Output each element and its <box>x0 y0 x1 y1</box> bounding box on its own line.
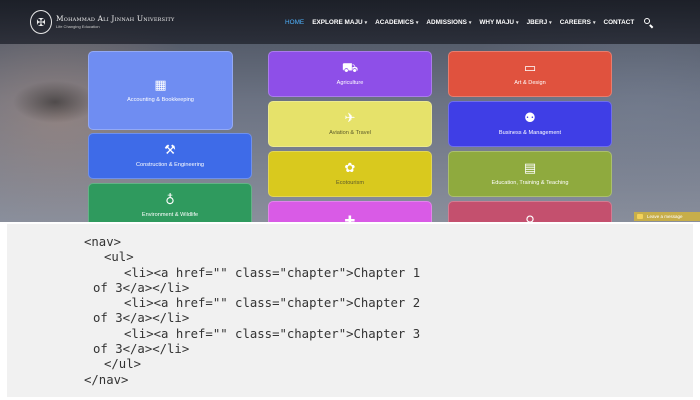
leave-message-label: Leave a message <box>647 214 683 219</box>
university-logo[interactable]: ✠ Mohammad Ali Jinnah University Life Ch… <box>30 10 174 34</box>
hero-background-image <box>0 40 95 220</box>
university-tagline: Life Changing Education <box>56 24 100 30</box>
category-tile-label: Aviation & Travel <box>329 130 371 136</box>
ecotourism-icon: ✿ <box>344 161 356 176</box>
category-tile[interactable]: ✈ Aviation & Travel <box>268 101 432 147</box>
code-line: <li><a href="" class="chapter">Chapter 2 <box>124 296 421 311</box>
nav-item-label: EXPLORE MAJU <box>312 19 363 26</box>
nav-item-contact[interactable]: CONTACT <box>603 19 634 26</box>
chat-icon <box>637 214 643 219</box>
nav-item-label: WHY MAJU <box>479 19 515 26</box>
nav-item-label: CONTACT <box>603 19 635 26</box>
nav-item-jberj[interactable]: JBERJ ▾ <box>527 19 552 26</box>
search-icon[interactable] <box>644 18 653 28</box>
tractor-icon: ⛟ <box>341 61 359 76</box>
chevron-down-icon: ▾ <box>592 19 596 26</box>
nav-item-label: ACADEMICS <box>375 19 414 26</box>
category-tile-label: Environment & Wildlife <box>141 212 199 218</box>
chevron-down-icon: ▾ <box>468 19 472 26</box>
person-icon: ♀ <box>525 214 535 222</box>
logo-text: Mohammad Ali Jinnah University Life Chan… <box>56 13 175 30</box>
leave-message-button[interactable]: Leave a message <box>634 212 700 221</box>
presentation-icon: ▤ <box>523 161 537 176</box>
code-line: <ul> <box>104 250 134 265</box>
code-line: of 3</a></li> <box>93 311 190 326</box>
monitor-icon: ▭ <box>523 61 537 76</box>
nav-item-label: HOME <box>285 19 305 26</box>
code-line: </nav> <box>84 372 129 387</box>
code-line: </ul> <box>104 357 142 372</box>
nav-item-explore-maju[interactable]: EXPLORE MAJU ▾ <box>312 19 367 26</box>
nav-item-academics[interactable]: ACADEMICS ▾ <box>375 19 418 26</box>
category-tile[interactable]: ⚉ Business & Management <box>448 101 612 147</box>
nav-item-label: CAREERS <box>559 19 591 26</box>
chevron-down-icon: ▾ <box>364 19 368 26</box>
category-tile[interactable]: ✿ Ecotourism <box>268 151 432 197</box>
main-menu: HOME EXPLORE MAJU ▾ ACADEMICS ▾ ADMISSIONS ▾ WH… <box>285 18 653 28</box>
university-name: Mohammad Ali Jinnah University <box>56 13 175 23</box>
code-line: of 3</a></li> <box>93 280 190 295</box>
globe-leaf-icon: ♁ <box>165 193 175 208</box>
code-line: <li><a href="" class="chapter">Chapter 3 <box>124 326 421 341</box>
category-tile[interactable]: ♁ Environment & Wildlife <box>88 183 252 222</box>
nav-item-why-maju[interactable]: WHY MAJU ▾ <box>479 19 518 26</box>
crane-icon: ⚒ <box>164 143 176 158</box>
category-tile[interactable]: ▦ Accounting & Bookkeeping <box>88 51 233 130</box>
nav-item-careers[interactable]: CAREERS ▾ <box>560 19 596 26</box>
category-tile[interactable]: ▤ Education, Training & Teaching <box>448 151 612 197</box>
category-tile[interactable]: ⛟ Agriculture <box>268 51 432 97</box>
nav-item-home[interactable]: HOME <box>285 19 304 26</box>
category-tile-label: Construction & Engineering <box>135 162 205 168</box>
nav-item-admissions[interactable]: ADMISSIONS ▾ <box>426 19 471 26</box>
category-tile[interactable]: ✚ <box>268 201 432 222</box>
top-navigation-bar: ✠ Mohammad Ali Jinnah University Life Ch… <box>0 0 700 44</box>
chevron-down-icon: ▾ <box>415 19 419 26</box>
category-tile-label: Business & Management <box>498 130 562 136</box>
chevron-down-icon: ▾ <box>516 19 519 26</box>
code-line: <nav> <box>84 235 122 249</box>
business-people-icon: ⚉ <box>524 111 536 126</box>
code-line: <li><a href="" class="chapter">Chapter 1 <box>124 265 421 280</box>
crest-icon: ✠ <box>30 10 52 34</box>
code-content: <nav> <ul> <li><a href="" class="chapter… <box>84 235 420 388</box>
category-tile-label: Agriculture <box>336 80 364 86</box>
chevron-down-icon: ▾ <box>549 19 552 26</box>
code-block: <nav> <ul> <li><a href="" class="chapter… <box>7 224 693 397</box>
category-tile[interactable]: ♀ <box>448 201 612 222</box>
nav-item-label: ADMISSIONS <box>426 19 467 26</box>
category-tile-label: Accounting & Bookkeeping <box>127 96 194 103</box>
category-tile[interactable]: ▭ Art & Design <box>448 51 612 97</box>
calculator-icon: ▦ <box>154 77 167 93</box>
category-tile-label: Education, Training & Teaching <box>491 180 569 186</box>
health-icon: ✚ <box>344 214 356 222</box>
category-tile[interactable]: ⚒ Construction & Engineering <box>88 133 252 179</box>
code-line: of 3</a></li> <box>93 342 190 357</box>
website-screenshot: ✠ Mohammad Ali Jinnah University Life Ch… <box>0 0 700 222</box>
category-tile-label: Ecotourism <box>336 180 364 186</box>
airplane-icon: ✈ <box>344 111 356 126</box>
nav-item-label: JBERJ <box>526 19 548 26</box>
category-tile-label: Art & Design <box>514 80 546 86</box>
